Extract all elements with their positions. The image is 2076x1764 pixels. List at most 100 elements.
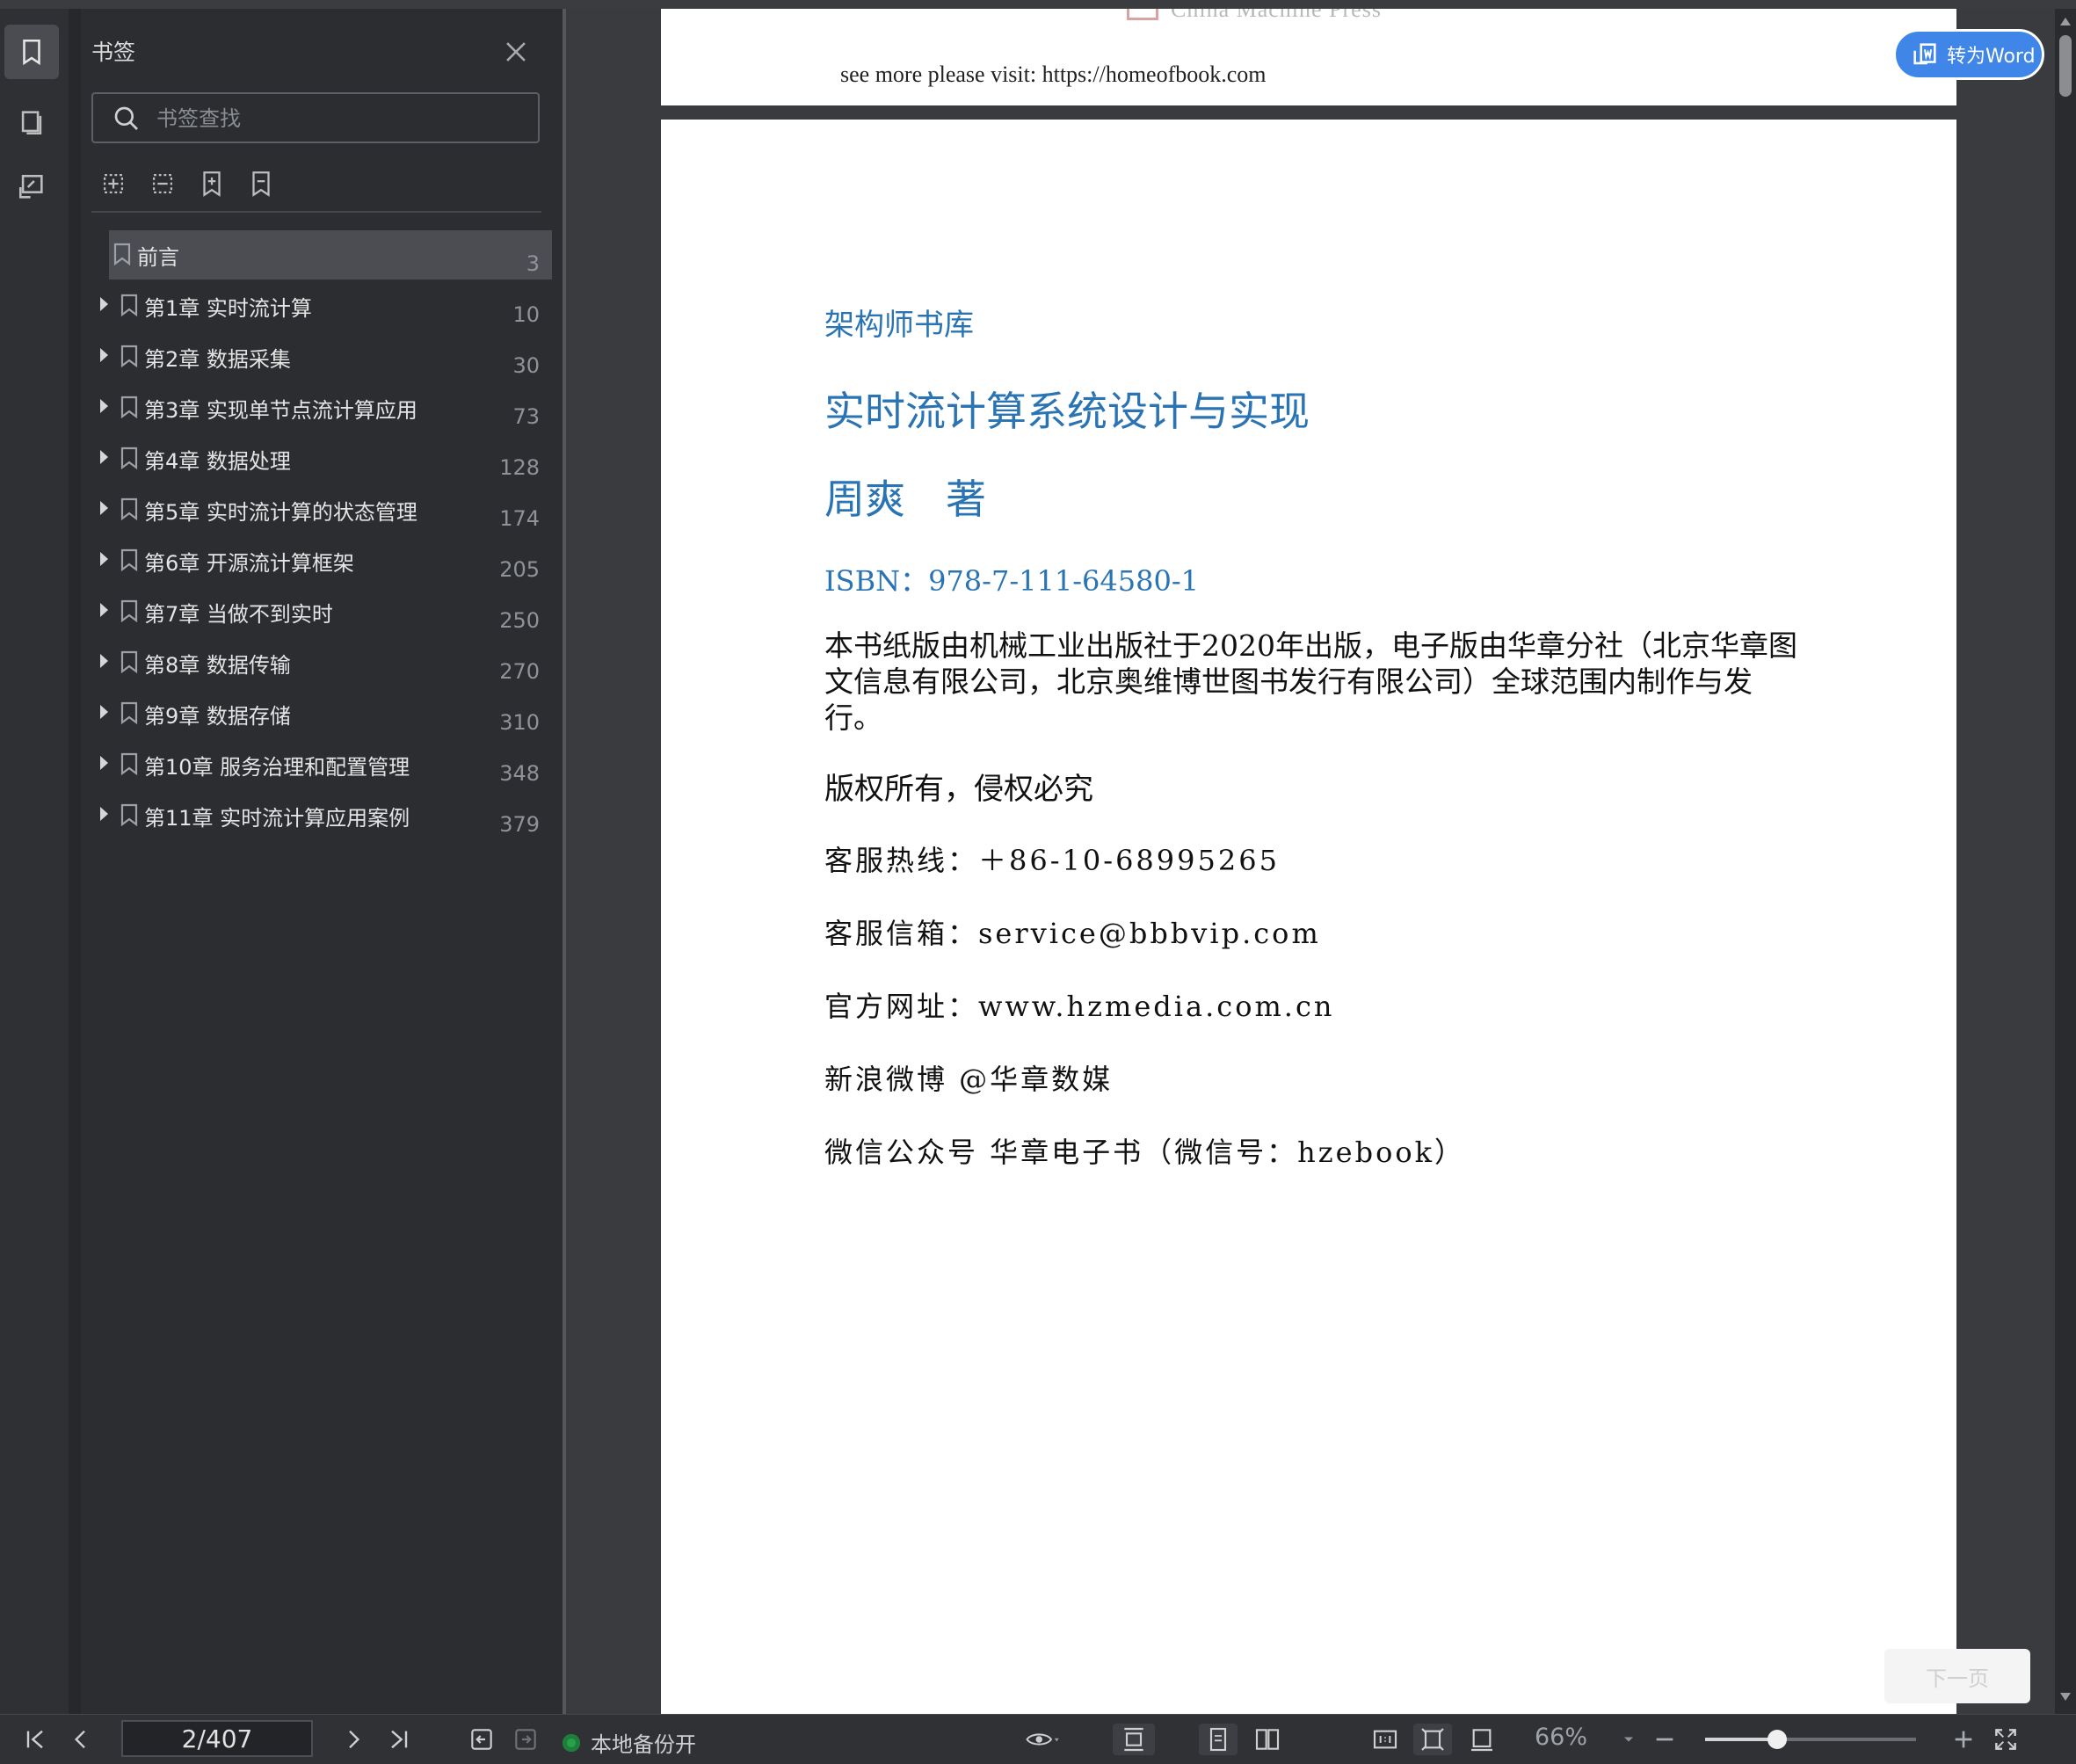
expand-arrow-icon[interactable]: [100, 756, 108, 770]
first-page-button[interactable]: [19, 1724, 51, 1755]
bookmark-toolbar: [98, 169, 276, 204]
bookmark-item[interactable]: 第3章 实现单节点流计算应用 73: [88, 383, 552, 432]
first-page-icon: [26, 1730, 43, 1749]
bookmark-flag-icon: [120, 599, 138, 622]
bookmark-label: 第3章 实现单节点流计算应用: [144, 398, 417, 423]
bookmark-item[interactable]: 第4章 数据处理 128: [88, 434, 552, 483]
bookmark-flag-icon: [120, 701, 138, 724]
expand-arrow-icon[interactable]: [100, 705, 108, 719]
expand-arrow-icon[interactable]: [100, 501, 108, 515]
bookmark-label: 第1章 实时流计算: [144, 296, 312, 321]
bookmark-flag-icon: [120, 294, 138, 316]
bookmark-item[interactable]: 前言 3: [109, 230, 552, 279]
collapse-all-button[interactable]: [148, 169, 178, 199]
zoom-dropdown[interactable]: [1615, 1724, 1642, 1755]
bookmark-item[interactable]: 第1章 实时流计算 10: [88, 281, 552, 330]
bookmark-icon: [23, 39, 40, 66]
page-number-input[interactable]: [121, 1720, 313, 1757]
bookmark-item[interactable]: 第7章 当做不到实时 250: [88, 587, 552, 636]
bookmark-label: 第4章 数据处理: [144, 449, 291, 474]
series-name: 架构师书库: [824, 308, 974, 343]
bookmark-label: 第5章 实时流计算的状态管理: [144, 500, 417, 525]
continuous-scroll-icon: [1124, 1727, 1143, 1752]
bookmark-item[interactable]: 第5章 实时流计算的状态管理 174: [88, 485, 552, 534]
annotation-tab-button[interactable]: [4, 160, 59, 214]
bookmark-panel: 书签 前言 3 第1章 实时流计算 10: [81, 9, 563, 1714]
convert-to-word-label: 转为Word: [1947, 46, 2036, 68]
fit-width-button[interactable]: [1463, 1724, 1501, 1755]
last-page-button[interactable]: [383, 1724, 415, 1755]
prev-page-button[interactable]: [65, 1724, 97, 1755]
bookmark-page-number: 250: [499, 608, 540, 633]
expand-arrow-icon[interactable]: [100, 297, 108, 311]
bookmark-flag-icon: [120, 650, 138, 673]
expand-all-icon: [103, 173, 124, 194]
bookmark-page-number: 310: [499, 710, 540, 735]
bookmark-label: 前言: [137, 245, 179, 270]
backup-status-dot: [563, 1733, 580, 1752]
forward-history-button[interactable]: [510, 1724, 541, 1755]
bookmark-item[interactable]: 第9章 数据存储 310: [88, 689, 552, 738]
convert-to-word-button[interactable]: 转为Word: [1893, 29, 2044, 80]
bookmark-item[interactable]: 第2章 数据采集 30: [88, 332, 552, 381]
expand-arrow-icon[interactable]: [100, 654, 108, 668]
bookmark-page-number: 128: [499, 455, 540, 480]
zoom-level[interactable]: 66%: [1535, 1724, 1587, 1751]
chevron-right-icon: [349, 1730, 360, 1749]
next-page-button[interactable]: [338, 1724, 369, 1755]
bookmark-search-input[interactable]: [155, 101, 527, 136]
panel-gutter: [69, 9, 81, 1714]
thumbnail-tab-button[interactable]: [4, 95, 59, 149]
remove-bookmark-button[interactable]: [246, 169, 276, 199]
expand-arrow-icon[interactable]: [100, 399, 108, 413]
history-back-icon: [471, 1729, 492, 1750]
copyright-notice: 版权所有，侵权必究: [824, 772, 1093, 807]
single-page-icon: [1209, 1727, 1227, 1752]
next-page-overlay-button[interactable]: 下一页: [1884, 1649, 2030, 1703]
book-isbn: ISBN：978-7-111-64580-1: [824, 564, 1200, 598]
toolbar-divider: [91, 211, 541, 213]
book-title: 实时流计算系统设计与实现: [824, 388, 1310, 435]
expand-arrow-icon[interactable]: [100, 603, 108, 617]
search-icon: [114, 106, 138, 130]
close-icon[interactable]: [501, 37, 531, 67]
expand-arrow-icon[interactable]: [100, 450, 108, 464]
zoom-slider-knob[interactable]: [1768, 1730, 1787, 1749]
zoom-in-button[interactable]: [1948, 1724, 1979, 1755]
actual-size-button[interactable]: [1368, 1724, 1403, 1755]
bookmark-tab-button[interactable]: [4, 25, 59, 79]
last-page-icon: [391, 1730, 408, 1749]
scroll-down-icon[interactable]: [2060, 1693, 2071, 1701]
back-history-button[interactable]: [466, 1724, 497, 1755]
bookmark-label: 第11章 实时流计算应用案例: [144, 806, 410, 831]
vertical-scrollbar[interactable]: [2055, 9, 2076, 1714]
two-page-button[interactable]: [1248, 1724, 1287, 1755]
add-bookmark-button[interactable]: [197, 169, 227, 199]
book-author: 周爽 著: [824, 475, 986, 523]
fit-page-button[interactable]: [1413, 1724, 1452, 1755]
zoom-out-button[interactable]: [1649, 1724, 1680, 1755]
bookmark-item[interactable]: 第11章 实时流计算应用案例 379: [88, 791, 552, 840]
fullscreen-button[interactable]: [1990, 1724, 2022, 1755]
single-page-button[interactable]: [1199, 1724, 1238, 1755]
annotation-icon: [18, 174, 43, 199]
history-forward-icon: [515, 1729, 536, 1750]
scrollbar-thumb[interactable]: [2059, 35, 2072, 97]
scroll-up-icon[interactable]: [2060, 18, 2071, 25]
expand-arrow-icon[interactable]: [100, 552, 108, 566]
expand-all-button[interactable]: [98, 169, 128, 199]
zoom-slider[interactable]: [1705, 1730, 1916, 1749]
bookmark-item[interactable]: 第8章 数据传输 270: [88, 638, 552, 687]
bookmark-item[interactable]: 第6章 开源流计算框架 205: [88, 536, 552, 585]
add-bookmark-icon: [203, 171, 221, 197]
eye-care-mode-button[interactable]: [1018, 1724, 1067, 1755]
bookmark-page-number: 174: [499, 506, 540, 531]
bookmark-item[interactable]: 第10章 服务治理和配置管理 348: [88, 740, 552, 789]
expand-arrow-icon[interactable]: [100, 807, 108, 821]
bookmark-flag-icon: [120, 446, 138, 469]
local-backup-status[interactable]: 本地备份开: [563, 1727, 696, 1758]
website-line: 官方网址：www.hzmedia.com.cn: [824, 990, 1335, 1023]
expand-arrow-icon[interactable]: [100, 348, 108, 362]
continuous-scroll-button[interactable]: [1113, 1724, 1155, 1755]
visit-text: see more please visit: https://homeofboo…: [840, 62, 1267, 87]
